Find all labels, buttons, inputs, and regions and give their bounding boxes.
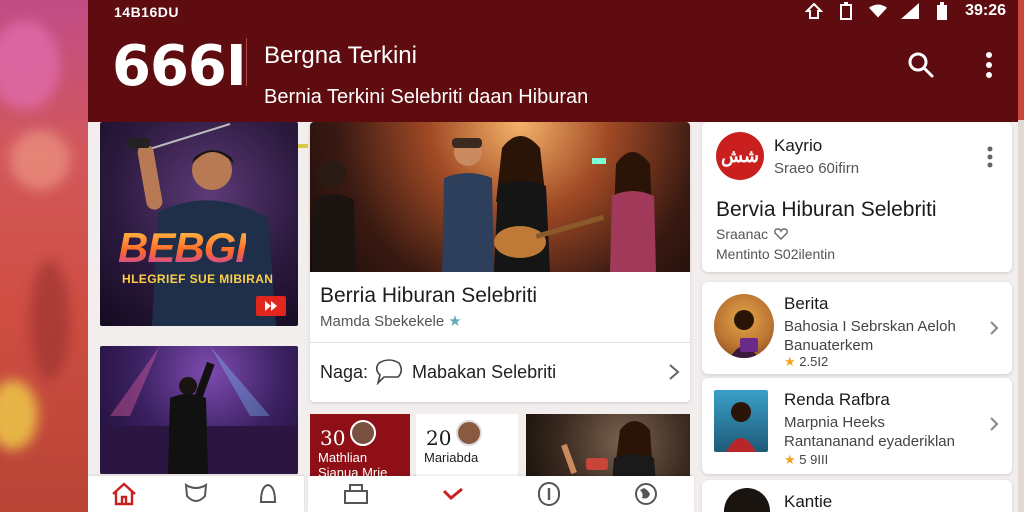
profile-title: Bervia Hiburan Selebriti (716, 198, 937, 221)
tile-number: 20 (426, 426, 452, 450)
nav-info[interactable] (501, 476, 598, 512)
search-icon (908, 52, 934, 78)
featured-author: Mamda Sbekekele (320, 312, 445, 330)
featured-photo (310, 122, 690, 272)
battery-saver-icon (837, 2, 855, 20)
app-window: 14B16DU 39:26 666I Bergna Terkini Bernia… (88, 0, 1018, 512)
featured-meta: Mamda Sbekekele ★ (320, 312, 462, 331)
poster-subtitle: HLEGRIEF SUE MIBIRAN (122, 272, 274, 286)
info-icon (538, 482, 561, 506)
avatar (456, 420, 482, 446)
wifi-icon (869, 2, 888, 20)
bottom-nav-left (88, 476, 304, 512)
globe-icon (634, 483, 657, 505)
featured-article-card[interactable]: Berria Hiburan Selebriti Mamda Sbekekele… (310, 122, 690, 402)
shield-icon (184, 483, 208, 502)
bottom-nav-middle (308, 476, 694, 512)
people-illustration (561, 421, 656, 484)
avatar (350, 420, 376, 446)
status-left-text: 14B16DU (114, 4, 179, 20)
play-icon (265, 301, 277, 311)
app-logo[interactable]: 666I (112, 34, 247, 99)
avatar (714, 390, 768, 452)
status-time: 39:26 (965, 2, 1006, 19)
star-icon: ★ (784, 452, 796, 467)
cast-icon (805, 2, 824, 20)
stat-tile[interactable]: 30 Mathlian Sianua Mrie (310, 414, 410, 484)
library-icon (344, 484, 369, 504)
nav-library[interactable] (308, 476, 405, 512)
category-label: Naga: (320, 361, 369, 382)
more-options-button[interactable] (972, 48, 1006, 82)
nav-saved[interactable] (232, 476, 304, 512)
list-item-title: Berita (784, 294, 829, 313)
tile-label: Mariabda (424, 450, 479, 465)
bookmark-icon (259, 483, 277, 503)
profile-meta-secondary: Mentinto S02ilentin (716, 246, 836, 262)
list-item-description: Banuaterkem (784, 337, 874, 354)
concert-stage-thumbnail[interactable] (100, 346, 298, 474)
stat-tile[interactable]: 20 Mariabda (416, 414, 518, 484)
status-bar: 14B16DU 39:26 (88, 0, 1018, 26)
nav-home[interactable] (88, 476, 160, 512)
search-button[interactable] (904, 48, 938, 82)
poster-title: BEBGI (118, 224, 247, 271)
divider (310, 342, 690, 343)
app-subtitle: Bernia Terkini Selebriti daan Hiburan (264, 86, 589, 108)
more-vert-icon (986, 52, 992, 78)
list-item-rating: ★ 2.5I2 (784, 354, 829, 369)
home-icon (112, 482, 136, 506)
list-item-subtitle: Bahosia I Sebrskan Aeloh (784, 318, 956, 335)
profile-meta-text: Sraanac (716, 226, 769, 242)
band-illustration (312, 136, 656, 272)
check-icon (442, 487, 463, 501)
channel-name: Kayrio (774, 136, 823, 155)
nav-check[interactable] (405, 476, 502, 512)
category-value: Mabakan Selebriti (412, 361, 557, 382)
chevron-right-icon (986, 414, 1002, 434)
nav-shield[interactable] (160, 476, 232, 512)
app-title: Bergna Terkini (264, 42, 417, 69)
list-item[interactable]: Berita Bahosia I Sebrskan Aeloh Banuater… (702, 282, 1012, 374)
list-item[interactable]: Kantie (702, 480, 1012, 512)
news-photo-tile[interactable] (526, 414, 690, 484)
speech-bubble-icon (375, 359, 403, 385)
avatar (714, 294, 774, 358)
list-item-description: Rantananand eyaderiklan (784, 433, 955, 450)
heart-icon (774, 228, 789, 240)
list-item-subtitle: Marpnia Heeks (784, 414, 885, 431)
chevron-right-icon (669, 364, 680, 380)
concert-poster-thumbnail[interactable]: BEBGI HLEGRIEF SUE MIBIRAN (100, 122, 298, 326)
logo-divider (246, 38, 247, 86)
list-item-rating: ★ 5 9III (784, 452, 829, 467)
more-vert-icon (987, 146, 993, 168)
tile-number: 30 (320, 426, 346, 450)
play-badge[interactable] (256, 296, 286, 316)
list-item-title: Kantie (784, 492, 833, 511)
profile-meta: Sraanac (716, 226, 789, 242)
app-bar: 666I Bergna Terkini Bernia Terkini Seleb… (88, 26, 1018, 148)
avatar (724, 488, 770, 512)
list-item-title: Renda Rafbra (784, 390, 890, 409)
profile-card[interactable]: شش Kayrio Sraeo 60ifirn Bervia Hiburan S… (702, 122, 1012, 272)
star-icon: ★ (448, 313, 462, 330)
featured-title: Berria Hiburan Selebriti (320, 284, 538, 307)
card-more-button[interactable] (980, 142, 1000, 172)
battery-icon (933, 2, 951, 20)
signal-icon (901, 2, 920, 20)
nav-explore[interactable] (598, 476, 695, 512)
star-icon: ★ (784, 354, 796, 369)
channel-avatar: شش (716, 132, 764, 180)
stage-illustration (100, 346, 298, 474)
list-item[interactable]: Renda Rafbra Marpnia Heeks Rantananand e… (702, 378, 1012, 474)
channel-handle: Sraeo 60ifirn (774, 160, 860, 177)
chevron-right-icon (986, 318, 1002, 338)
category-row[interactable]: Naga: Mabakan Selebriti (320, 358, 680, 386)
background-blur-left (0, 0, 90, 512)
